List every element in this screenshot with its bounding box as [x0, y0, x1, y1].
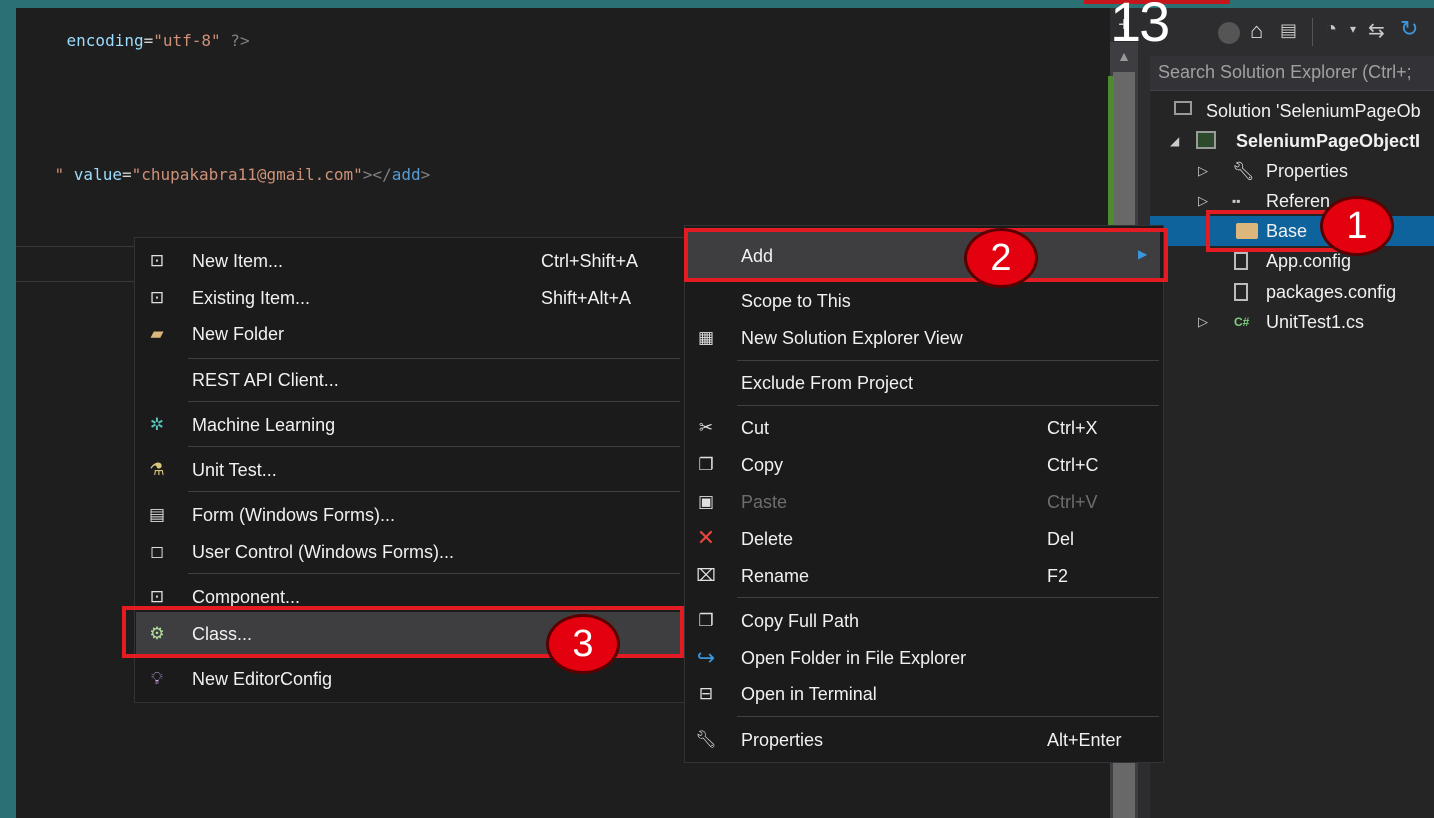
csharp-file-icon: C#: [1234, 315, 1250, 329]
highlight-add-menu-item: [684, 228, 1168, 282]
callout-badge-3: 3: [546, 614, 620, 674]
new-view-icon: ▦: [697, 328, 715, 347]
existing-item-icon: ⊡: [149, 288, 165, 307]
collapsed-arrow-icon[interactable]: ▷: [1198, 307, 1208, 337]
toolbar-separator: [1312, 18, 1313, 46]
solution-icon: [1174, 101, 1192, 115]
callout-badge-2: 2: [964, 228, 1038, 288]
wrench-icon: 🔧︎: [1232, 161, 1255, 181]
menu-separator: [188, 491, 680, 492]
menu-separator: [188, 401, 680, 402]
component-icon: ⊡: [149, 587, 165, 606]
pending-changes-filter-icon[interactable]: ◔: [1325, 18, 1337, 41]
user-control-icon: ◻: [149, 542, 165, 561]
menu-separator: [188, 446, 680, 447]
editorconfig-icon: 💡︎: [151, 669, 163, 688]
home-icon[interactable]: ⌂: [1250, 18, 1263, 44]
machine-learning-icon: ✲: [149, 415, 165, 434]
paste-icon: ▣: [697, 492, 715, 511]
copy-path-icon: ❐: [698, 611, 714, 630]
menu-separator: [737, 405, 1159, 406]
callout-badge-1: 1: [1320, 196, 1394, 256]
expanded-arrow-icon[interactable]: ◢: [1170, 126, 1179, 156]
wrench-icon: 🔧︎: [695, 730, 717, 749]
tree-item-unittest1[interactable]: ▷ C# UnitTest1.cs: [1150, 307, 1434, 337]
tree-item-solution[interactable]: Solution 'SeleniumPageOb: [1150, 96, 1434, 126]
tree-item-properties[interactable]: ▷ 🔧︎ Properties: [1150, 156, 1434, 186]
refresh-icon[interactable]: ↻: [1400, 16, 1418, 42]
test-project-icon: [1196, 131, 1216, 149]
new-item-icon: ⊡: [149, 251, 165, 270]
collapsed-arrow-icon[interactable]: ▷: [1198, 156, 1208, 186]
step-counter: 13: [1110, 0, 1170, 53]
current-line-highlight: [16, 246, 136, 282]
menu-separator: [188, 358, 680, 359]
menu-separator: [188, 573, 680, 574]
scissors-icon: ✂: [698, 418, 714, 437]
tree-item-project[interactable]: ◢ SeleniumPageObjectI: [1150, 126, 1434, 156]
code-line-xml-declaration: encoding="utf-8" ?>: [66, 31, 250, 50]
form-icon: ▤: [148, 505, 166, 524]
switch-views-icon[interactable]: ▤: [1280, 20, 1297, 41]
change-margin-indicator: [1108, 76, 1114, 236]
back-icon[interactable]: [1218, 22, 1240, 44]
config-file-icon: [1234, 283, 1248, 301]
unit-test-icon: ⚗: [149, 460, 165, 479]
menu-separator: [737, 716, 1159, 717]
delete-icon: ✕: [696, 525, 716, 550]
search-input[interactable]: Search Solution Explorer (Ctrl+;: [1158, 62, 1412, 83]
solution-explorer-toolbar: ⌂ ▤ ◔ ▾ ⇆ ↻: [1150, 8, 1434, 56]
copy-icon: ❐: [698, 455, 714, 474]
config-file-icon: [1234, 252, 1248, 270]
rename-icon: ⌧: [696, 566, 716, 585]
terminal-icon: ⊟: [698, 684, 714, 703]
solution-explorer-search[interactable]: Search Solution Explorer (Ctrl+;: [1150, 56, 1434, 91]
code-line-add-value: " value="chupakabra11@gmail.com"></add>: [54, 165, 431, 184]
sync-with-document-icon[interactable]: ⇆: [1368, 18, 1385, 43]
tree-item-packages-config[interactable]: packages.config: [1150, 277, 1434, 307]
menu-separator: [737, 360, 1159, 361]
open-folder-icon: ↪: [696, 645, 716, 670]
menu-separator: [737, 597, 1159, 598]
new-folder-icon: ▰: [150, 324, 164, 343]
dropdown-arrow-icon[interactable]: ▾: [1350, 22, 1356, 36]
